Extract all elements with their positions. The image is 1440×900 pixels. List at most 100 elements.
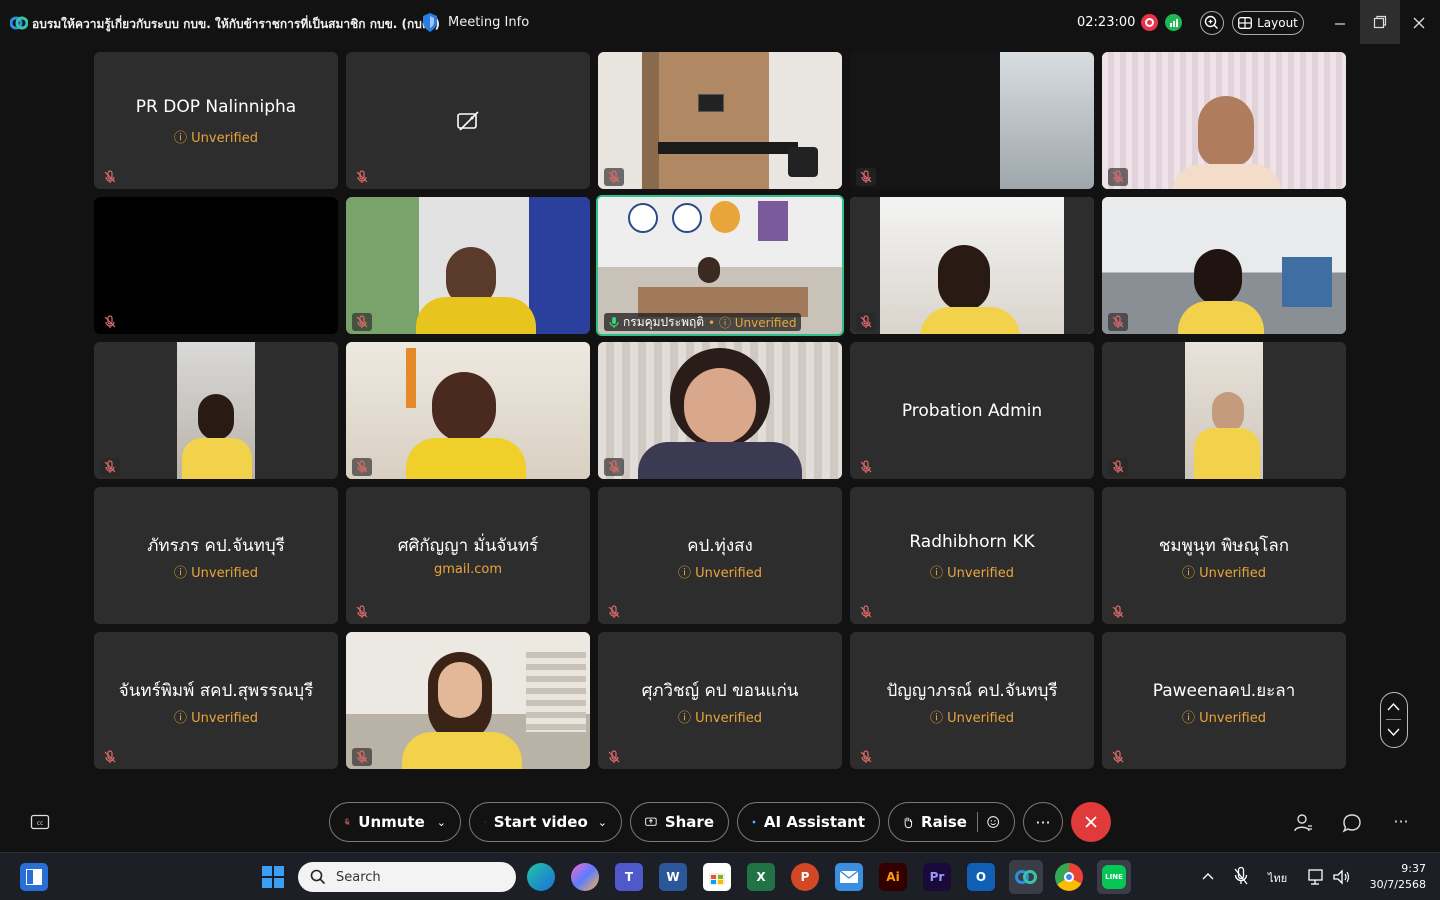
start-video-button[interactable]: Start video ⌄ bbox=[469, 802, 622, 842]
start-icon[interactable] bbox=[259, 863, 287, 891]
close-icon[interactable] bbox=[1408, 12, 1430, 34]
illustrator-icon[interactable]: Ai bbox=[879, 863, 907, 891]
chevron-down-icon[interactable]: ⌄ bbox=[437, 816, 446, 829]
video-feed-shelf bbox=[1282, 257, 1332, 307]
input-language-indicator[interactable]: ไทย bbox=[1268, 869, 1287, 887]
participant-video-tile[interactable] bbox=[1102, 197, 1346, 334]
raise-hand-button[interactable]: Raise bbox=[888, 802, 1015, 842]
participant-name: กรมคุมประพฤติ bbox=[623, 314, 705, 329]
participants-icon[interactable] bbox=[1292, 812, 1314, 834]
muted-mic-icon bbox=[356, 605, 368, 618]
video-feed-person bbox=[432, 372, 496, 442]
video-feed-shirt bbox=[182, 438, 252, 479]
premiere-icon[interactable]: Pr bbox=[923, 863, 951, 891]
participant-tile[interactable]: ศุภวิชญ์ คป ขอนแก่น ⓘ Unverified bbox=[598, 632, 842, 769]
network-signal-icon[interactable] bbox=[1165, 14, 1182, 31]
participant-tile[interactable]: Radhibhorn KK ⓘ Unverified bbox=[850, 487, 1094, 624]
network-icon[interactable] bbox=[1307, 868, 1327, 886]
unmute-label: Unmute bbox=[358, 813, 425, 831]
leave-meeting-button[interactable] bbox=[1071, 802, 1111, 842]
more-options-button[interactable]: ··· bbox=[1023, 802, 1063, 842]
webex-meeting-window: อบรมให้ความรู้เกี่ยวกับระบบ กบข. ให้กับข… bbox=[0, 0, 1440, 852]
unverified-badge: ⓘ Unverified bbox=[1182, 711, 1266, 726]
chrome-icon[interactable] bbox=[1055, 863, 1083, 891]
powerpoint-icon[interactable]: P bbox=[791, 863, 819, 891]
participant-tile[interactable] bbox=[94, 197, 338, 334]
video-feed-shirt bbox=[406, 438, 526, 479]
ellipsis-icon[interactable]: ··· bbox=[1390, 812, 1412, 834]
participant-video-tile[interactable] bbox=[346, 197, 590, 334]
participant-video-tile[interactable] bbox=[598, 342, 842, 479]
start-video-label: Start video bbox=[493, 813, 588, 831]
video-feed-person bbox=[198, 394, 234, 440]
meeting-info-button[interactable]: Meeting Info bbox=[448, 15, 529, 30]
excel-icon[interactable]: X bbox=[747, 863, 775, 891]
participant-video-tile[interactable] bbox=[598, 52, 842, 189]
participant-tile[interactable]: ศศิกัญญา มั่นจันทร์ gmail.com bbox=[346, 487, 590, 624]
participant-video-tile[interactable] bbox=[94, 342, 338, 479]
participant-video-tile[interactable] bbox=[1102, 52, 1346, 189]
mail-icon[interactable] bbox=[835, 863, 863, 891]
participant-tile[interactable] bbox=[346, 52, 590, 189]
line-app-taskbar-item[interactable]: LINE bbox=[1097, 860, 1131, 894]
participant-video-tile[interactable] bbox=[1102, 342, 1346, 479]
grid-page-scroller[interactable] bbox=[1380, 692, 1408, 748]
widgets-icon[interactable] bbox=[20, 863, 48, 891]
word-icon[interactable]: W bbox=[659, 863, 687, 891]
participant-video-tile[interactable] bbox=[850, 197, 1094, 334]
video-feed-ribbon bbox=[406, 348, 416, 408]
webex-logo-icon bbox=[1015, 870, 1037, 884]
recording-icon[interactable] bbox=[1141, 14, 1158, 31]
teams-icon[interactable]: T bbox=[615, 863, 643, 891]
mic-muted-tray-icon[interactable] bbox=[1232, 867, 1250, 887]
edge-browser-icon[interactable] bbox=[527, 863, 555, 891]
copilot-icon[interactable] bbox=[571, 863, 599, 891]
share-button[interactable]: Share bbox=[630, 802, 729, 842]
shield-icon[interactable] bbox=[421, 12, 439, 33]
participant-name: Radhibhorn KK bbox=[909, 532, 1035, 552]
video-feed-shirt bbox=[1172, 164, 1282, 189]
layout-button[interactable]: Layout bbox=[1232, 11, 1304, 35]
taskbar-clock[interactable]: 9:37 30/7/2568 bbox=[1360, 861, 1426, 893]
participant-tile[interactable]: คป.ทุ่งสง ⓘ Unverified bbox=[598, 487, 842, 624]
participant-name: ศศิกัญญา มั่นจันทร์ bbox=[397, 536, 539, 556]
chat-icon[interactable] bbox=[1341, 812, 1363, 834]
video-feed-table bbox=[658, 142, 798, 154]
taskbar-search-input[interactable]: Search bbox=[298, 862, 516, 892]
participant-tile[interactable]: ปัญญาภรณ์ คป.จันทบุรี ⓘ Unverified bbox=[850, 632, 1094, 769]
webex-taskbar-icon[interactable] bbox=[1009, 860, 1043, 894]
speaker-icon[interactable] bbox=[1332, 868, 1352, 886]
reactions-icon[interactable] bbox=[986, 812, 1000, 832]
participant-tile[interactable]: ภัทรภร คป.จันทบุรี ⓘ Unverified bbox=[94, 487, 338, 624]
chevron-up-icon[interactable] bbox=[1200, 869, 1216, 885]
minimize-icon[interactable] bbox=[1330, 12, 1350, 32]
participant-tile[interactable]: PR DOP Nalinnipha ⓘ Unverified bbox=[94, 52, 338, 189]
muted-mic-icon bbox=[356, 750, 368, 763]
participant-video-tile[interactable] bbox=[346, 342, 590, 479]
closed-captions-icon[interactable]: cc bbox=[30, 812, 50, 832]
participant-tile[interactable]: Probation Admin bbox=[850, 342, 1094, 479]
video-off-icon bbox=[457, 111, 479, 131]
ellipsis-icon: ··· bbox=[1035, 812, 1051, 832]
windows-logo-icon bbox=[262, 866, 284, 888]
zoom-button[interactable] bbox=[1200, 11, 1224, 35]
raise-label: Raise bbox=[921, 813, 967, 831]
unverified-badge: ⓘ Unverified bbox=[1182, 566, 1266, 581]
video-feed-person bbox=[1212, 392, 1244, 432]
unmute-button[interactable]: Unmute ⌄ bbox=[329, 802, 461, 842]
active-speaker-tile[interactable]: กรมคุมประพฤติ • ⓘ Unverified bbox=[596, 195, 844, 336]
outlook-icon[interactable]: O bbox=[967, 863, 995, 891]
restore-window-button[interactable] bbox=[1360, 0, 1400, 44]
participant-tile[interactable]: จันทร์พิมพ์ สคป.สุพรรณบุรี ⓘ Unverified bbox=[94, 632, 338, 769]
microsoft-store-icon[interactable] bbox=[703, 863, 731, 891]
participant-video-tile[interactable] bbox=[850, 52, 1094, 189]
video-feed-shirt bbox=[1194, 428, 1260, 479]
participant-video-tile[interactable] bbox=[346, 632, 590, 769]
close-icon bbox=[1085, 816, 1097, 828]
muted-mic-icon bbox=[104, 315, 116, 328]
chevron-down-icon[interactable]: ⌄ bbox=[598, 816, 607, 829]
participant-tile[interactable]: Paweenaคป.ยะลา ⓘ Unverified bbox=[1102, 632, 1346, 769]
video-feed-face bbox=[438, 662, 482, 718]
ai-assistant-button[interactable]: AI Assistant bbox=[737, 802, 880, 842]
participant-tile[interactable]: ชมพูนุท พิษณุโลก ⓘ Unverified bbox=[1102, 487, 1346, 624]
